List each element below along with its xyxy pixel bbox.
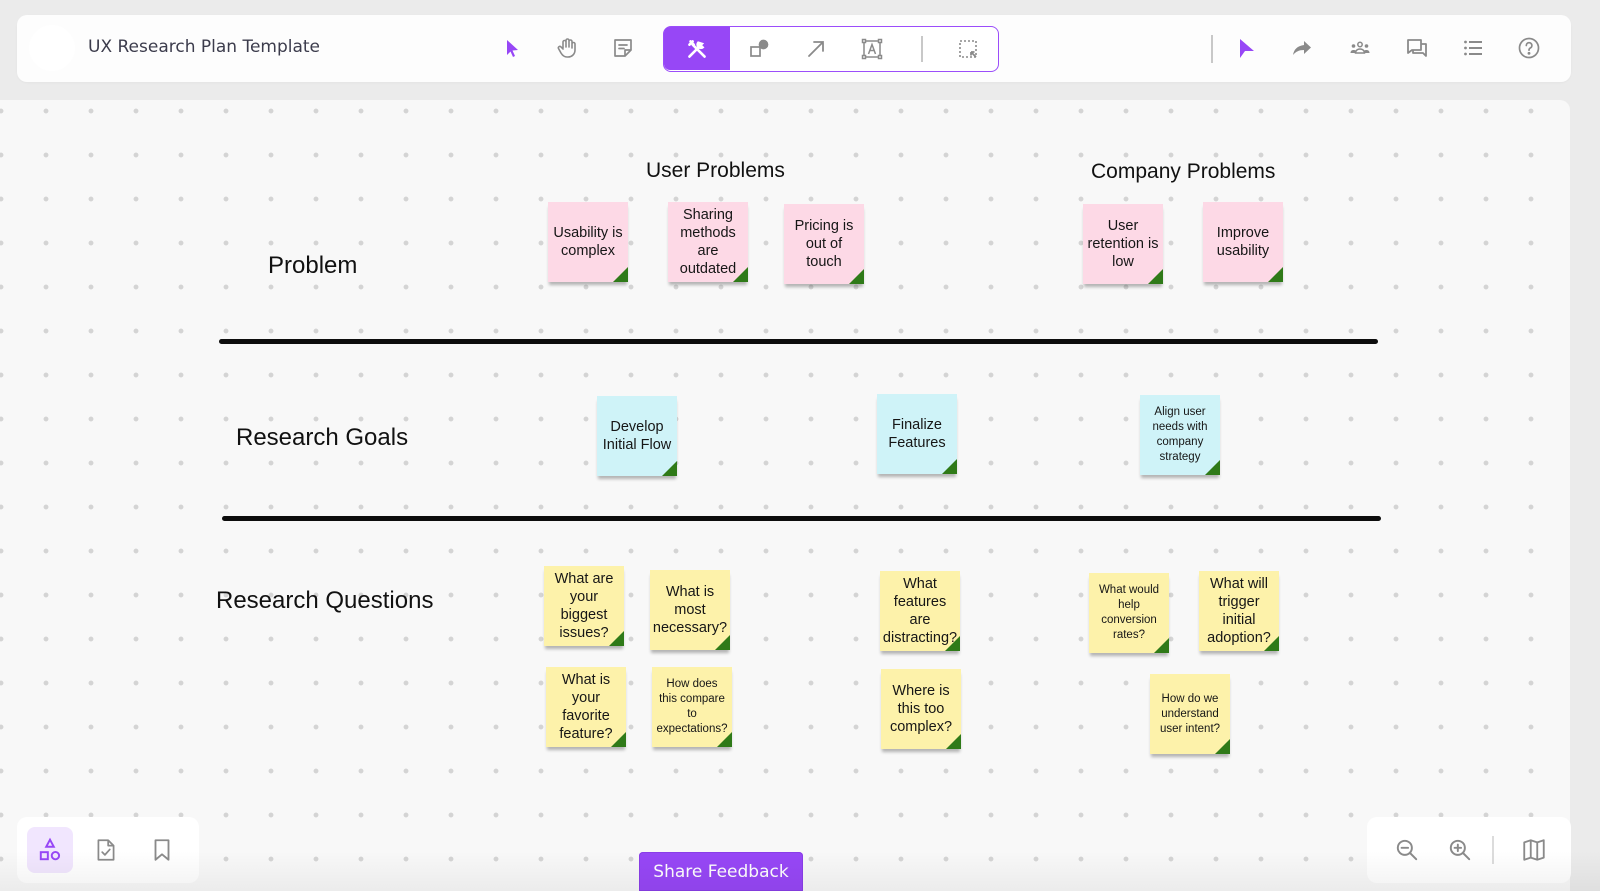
shapes-icon <box>750 39 769 57</box>
company-problems-heading: Company Problems <box>1091 160 1276 183</box>
present-button[interactable] <box>1228 30 1264 66</box>
user-problems-heading: User Problems <box>646 159 785 182</box>
share-button[interactable] <box>1284 30 1320 66</box>
shapes-library-button[interactable] <box>27 827 73 873</box>
sticky-note-tool[interactable] <box>605 30 641 66</box>
sticky-note[interactable]: User retention is low <box>1083 204 1163 284</box>
section-divider-1[interactable] <box>219 339 1378 344</box>
bookmarks-button[interactable] <box>139 827 185 873</box>
sticky-note[interactable]: Align user needs with company strategy <box>1140 395 1220 475</box>
sticky-note[interactable]: How do we understand user intent? <box>1150 674 1230 754</box>
zoom-in-icon <box>1449 839 1471 861</box>
sticky-note[interactable]: Where is this too complex? <box>881 669 961 749</box>
list-icon <box>1464 40 1482 56</box>
arrow-tool[interactable] <box>798 31 834 67</box>
research-goals-label: Research Goals <box>236 424 409 451</box>
sticky-note[interactable]: Usability is complex <box>548 202 628 282</box>
section-divider-2[interactable] <box>222 516 1381 521</box>
problem-label: Problem <box>268 252 358 279</box>
templates-button[interactable] <box>83 827 129 873</box>
sticky-note[interactable]: Sharing methods are outdated <box>668 202 748 282</box>
document-title[interactable]: UX Research Plan Template <box>88 37 320 57</box>
help-icon <box>1518 37 1540 59</box>
sticky-note[interactable]: What is your favorite feature? <box>546 667 626 747</box>
sticky-note[interactable]: Improve usability <box>1203 202 1283 282</box>
tool-group <box>663 26 999 72</box>
document-check-icon <box>97 839 115 861</box>
map-icon <box>1523 839 1545 861</box>
text-tool[interactable] <box>854 31 890 67</box>
shapes-tool[interactable] <box>741 31 777 67</box>
sticky-note[interactable]: How does this compare to expectations? <box>652 667 732 747</box>
users-icon <box>1350 41 1370 54</box>
hand-icon <box>557 38 576 58</box>
sticky-note[interactable]: What features are distracting? <box>880 571 960 651</box>
frame-select-icon <box>959 40 977 58</box>
sticky-note[interactable]: Finalize Features <box>877 394 957 474</box>
arrow-icon <box>808 41 824 57</box>
sticky-note[interactable]: What will trigger initial adoption? <box>1199 571 1279 651</box>
minimap-button[interactable] <box>1516 832 1552 868</box>
sticky-note[interactable]: What is most necessary? <box>650 570 730 650</box>
zoom-out-button[interactable] <box>1389 832 1425 868</box>
sticky-note-icon <box>614 39 632 57</box>
tools-icon <box>688 39 706 58</box>
zoom-divider <box>1492 836 1494 864</box>
whiteboard-canvas[interactable]: User Problems Company Problems Problem R… <box>0 100 1570 891</box>
sticky-note[interactable]: Develop Initial Flow <box>597 396 677 476</box>
cursor-arrow-icon <box>507 40 518 57</box>
app-logo[interactable] <box>29 25 75 71</box>
tools-tool[interactable] <box>664 27 730 70</box>
bookmark-icon <box>154 839 170 861</box>
research-questions-label: Research Questions <box>216 587 434 614</box>
comments-icon <box>1407 39 1427 57</box>
shapes-library-icon <box>39 837 61 861</box>
share-arrow-icon <box>1293 41 1311 55</box>
outline-button[interactable] <box>1455 30 1491 66</box>
zoom-in-button[interactable] <box>1442 832 1478 868</box>
collaborators-button[interactable] <box>1342 30 1378 66</box>
comments-button[interactable] <box>1399 30 1435 66</box>
sticky-note[interactable]: What are your biggest issues? <box>544 566 624 646</box>
top-toolbar: UX Research Plan Template <box>17 15 1571 82</box>
sticky-note[interactable]: Pricing is out of touch <box>784 204 864 284</box>
help-button[interactable] <box>1511 30 1547 66</box>
sticky-note[interactable]: What would help conversion rates? <box>1089 573 1169 653</box>
toolbar-divider <box>921 36 923 62</box>
bottom-left-panel <box>17 817 199 883</box>
frame-select-tool[interactable] <box>950 31 986 67</box>
zoom-out-icon <box>1396 839 1418 861</box>
select-tool[interactable] <box>494 30 530 66</box>
hand-tool[interactable] <box>549 30 585 66</box>
toolbar-divider <box>1211 35 1213 63</box>
text-box-icon <box>861 38 883 60</box>
bottom-right-panel <box>1367 817 1571 883</box>
play-pointer-icon <box>1240 39 1254 58</box>
share-feedback-button[interactable]: Share Feedback <box>639 852 803 891</box>
